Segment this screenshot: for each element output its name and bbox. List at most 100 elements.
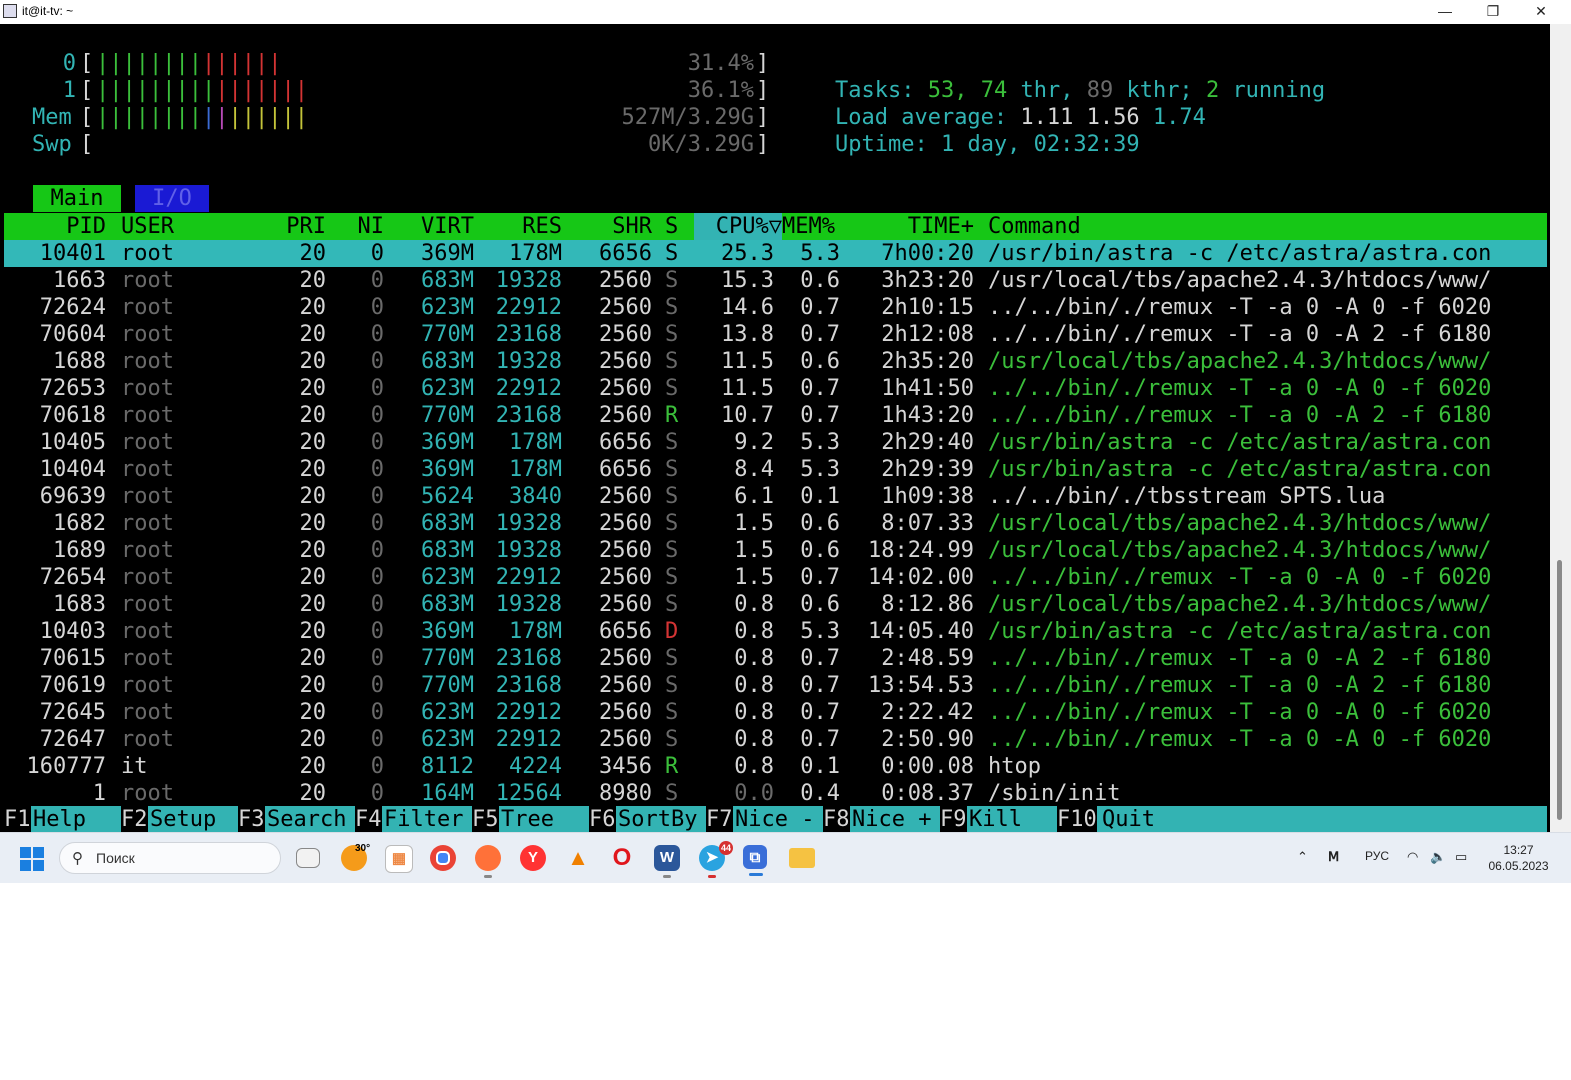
process-row[interactable]: 10401 root 20 0 369M 178M 6656 S 25.3 5.3 7h00:20 /… [4, 240, 1547, 267]
cell-pri: 20 [299, 619, 327, 644]
cell-res: 178M [509, 619, 562, 644]
task-view-icon[interactable] [296, 848, 320, 868]
volume-icon[interactable]: 🔈 [1430, 849, 1446, 865]
process-row[interactable]: 72647 root 20 0 623M 22912 2560 S 0.8 0.7 2:50.90.… [4, 726, 1547, 753]
tray-chevron-icon[interactable]: ⌃ [1297, 849, 1308, 865]
cell-s: S [665, 700, 679, 725]
fkey-label-3[interactable]: Search [267, 806, 346, 832]
fkey-label-6[interactable]: SortBy [618, 806, 697, 832]
col-mem[interactable]: MEM% [782, 213, 835, 240]
col-cpu[interactable]: CPU%▽ [694, 213, 782, 240]
col-time[interactable]: TIME+ [854, 213, 974, 240]
fkey-2[interactable]: F2 [121, 806, 148, 832]
process-row[interactable]: 72624 root 20 0 623M 22912 2560 S 14.6 0.7 2h10:15… [4, 294, 1547, 321]
process-row[interactable]: 1663 root 20 0 683M 19328 2560 S 15.3 0.6 3h23:20 /… [4, 267, 1547, 294]
process-row[interactable]: 69639 root 20 0 5624 3840 2560 S 6.1 0.1 1h09:38..… [4, 483, 1547, 510]
cell-user: root [121, 646, 174, 671]
process-row[interactable]: 1682 root 20 0 683M 19328 2560 S 1.5 0.6 8:07.33/u… [4, 510, 1547, 537]
process-row[interactable]: 70619 root 20 0 770M 23168 2560 S 0.8 0.7 13:54.53… [4, 672, 1547, 699]
cell-time: 8:07.33 [881, 511, 974, 536]
process-row[interactable]: 160777 it 20 0 8112 4224 3456 R 0.8 0.1 0:00.08 hto… [4, 753, 1547, 780]
fkey-label-4[interactable]: Filter [384, 806, 463, 832]
tab-main[interactable]: Main [33, 185, 121, 212]
cell-command: ../../bin/./remux -T -a 0 -A 2 -f 6180 [988, 322, 1492, 347]
fkey-label-9[interactable]: Kill [969, 806, 1048, 832]
store-icon[interactable]: ▦ [385, 845, 413, 873]
taskbar-search[interactable]: ⚲ Поиск [59, 842, 281, 874]
process-row[interactable]: 10403 root 20 0 369M 178M 6656 D 0.8 5.3 14:05.40 /… [4, 618, 1547, 645]
process-row[interactable]: 1 root 20 0 164M 12564 8980 S 0.0 0.4 0:08.37/sbin… [4, 780, 1547, 807]
col-command[interactable]: Command [988, 213, 1081, 240]
fkey-label-2[interactable]: Setup [150, 806, 229, 832]
fkey-9[interactable]: F9 [940, 806, 967, 832]
col-res[interactable]: RES [474, 213, 562, 240]
process-row[interactable]: 10405 root 20 0 369M 178M 6656 S 9.2 5.3 2h29:40/u… [4, 429, 1547, 456]
process-row[interactable]: 1683 root 20 0 683M 19328 2560 S 0.8 0.6 8:12.86/u… [4, 591, 1547, 618]
col-pid[interactable]: PID [4, 213, 106, 240]
language-indicator[interactable]: РУС [1365, 849, 1389, 863]
col-shr[interactable]: SHR [564, 213, 652, 240]
col-ni[interactable]: NI [334, 213, 385, 240]
fkey-label-8[interactable]: Nice + [852, 806, 931, 832]
cell-time: 14:02.00 [868, 565, 974, 590]
close-button[interactable]: ✕ [1518, 0, 1564, 24]
scrollbar-thumb[interactable] [1557, 560, 1562, 820]
process-row[interactable]: 70604 root 20 0 770M 23168 2560 S 13.8 0.7 2h12:08… [4, 321, 1547, 348]
fkey-1[interactable]: F1 [4, 806, 31, 832]
fkey-5[interactable]: F5 [472, 806, 499, 832]
process-row[interactable]: 70615 root 20 0 770M 23168 2560 S 0.8 0.7 2:48.59.… [4, 645, 1547, 672]
chrome-icon[interactable] [430, 845, 456, 871]
telegram-icon[interactable]: ➤ 44 [699, 841, 733, 878]
taskbar-clock[interactable]: 13:27 06.05.2023 [1486, 842, 1551, 874]
wifi-icon[interactable]: ◠ [1407, 849, 1418, 865]
vlc-icon[interactable]: ▲ [565, 845, 591, 871]
cell-s: S [665, 646, 679, 671]
fkey-label-5[interactable]: Tree [501, 806, 580, 832]
fkey-4[interactable]: F4 [355, 806, 382, 832]
word-icon[interactable]: W [654, 845, 680, 878]
fkey-3[interactable]: F3 [238, 806, 265, 832]
cell-command: ../../bin/./remux -T -a 0 -A 0 -f 6020 [988, 376, 1492, 401]
cell-user: root [121, 295, 174, 320]
cell-pri: 20 [299, 403, 327, 428]
fkey-10[interactable]: F10 [1057, 806, 1097, 832]
fkey-label-1[interactable]: Help [33, 806, 112, 832]
battery-icon[interactable]: ▭ [1455, 849, 1467, 865]
restore-button[interactable]: ❐ [1470, 0, 1516, 24]
cell-virt: 369M [421, 430, 474, 455]
process-row[interactable]: 72654 root 20 0 623M 22912 2560 S 1.5 0.7 14:02.00… [4, 564, 1547, 591]
process-row[interactable]: 72645 root 20 0 623M 22912 2560 S 0.8 0.7 2:22.42.… [4, 699, 1547, 726]
fkey-7[interactable]: F7 [706, 806, 733, 832]
cell-ni: 0 [370, 430, 384, 455]
terminal-scrollbar[interactable] [1550, 24, 1571, 832]
fkey-8[interactable]: F8 [823, 806, 850, 832]
col-pri[interactable]: PRI [244, 213, 326, 240]
cell-shr: 2560 [599, 322, 652, 347]
cell-ni: 0 [370, 349, 384, 374]
cell-pid: 72645 [39, 700, 106, 725]
col-user[interactable]: USER [121, 213, 174, 240]
tab-io[interactable]: I/O [135, 185, 209, 212]
firefox-icon[interactable] [475, 845, 501, 878]
network-app-icon[interactable]: ⧉ [743, 845, 767, 876]
process-row[interactable]: 1689 root 20 0 683M 19328 2560 S 1.5 0.6 18:24.99 /… [4, 537, 1547, 564]
weather-icon[interactable]: 30° [341, 843, 370, 871]
col-state[interactable]: S [665, 213, 678, 240]
fkey-label-7[interactable]: Nice - [735, 806, 814, 832]
opera-icon[interactable]: O [609, 845, 635, 871]
windows-start-icon[interactable] [20, 847, 44, 871]
process-row[interactable]: 70618 root 20 0 770M 23168 2560 R 10.7 0.7 1h43:20… [4, 402, 1547, 429]
cell-pri: 20 [299, 754, 327, 779]
file-explorer-icon[interactable] [789, 848, 815, 868]
fkey-label-10[interactable]: Quit [1102, 806, 1155, 832]
cell-shr: 2560 [599, 700, 652, 725]
col-virt[interactable]: VIRT [394, 213, 474, 240]
process-row[interactable]: 1688 root 20 0 683M 19328 2560 S 11.5 0.6 2h35:20 /… [4, 348, 1547, 375]
minimize-button[interactable]: — [1422, 0, 1468, 24]
terminal-area[interactable]: 0 [ |||||||||||||| 31.4% ] 1 [ |||||||||… [0, 24, 1550, 832]
process-row[interactable]: 10404 root 20 0 369M 178M 6656 S 8.4 5.3 2h29:39/u… [4, 456, 1547, 483]
fkey-6[interactable]: F6 [589, 806, 616, 832]
process-row[interactable]: 72653 root 20 0 623M 22912 2560 S 11.5 0.7 1h41:50… [4, 375, 1547, 402]
tray-app-icon[interactable]: Ⅿ [1328, 849, 1339, 865]
yandex-icon[interactable]: Y [520, 845, 546, 871]
